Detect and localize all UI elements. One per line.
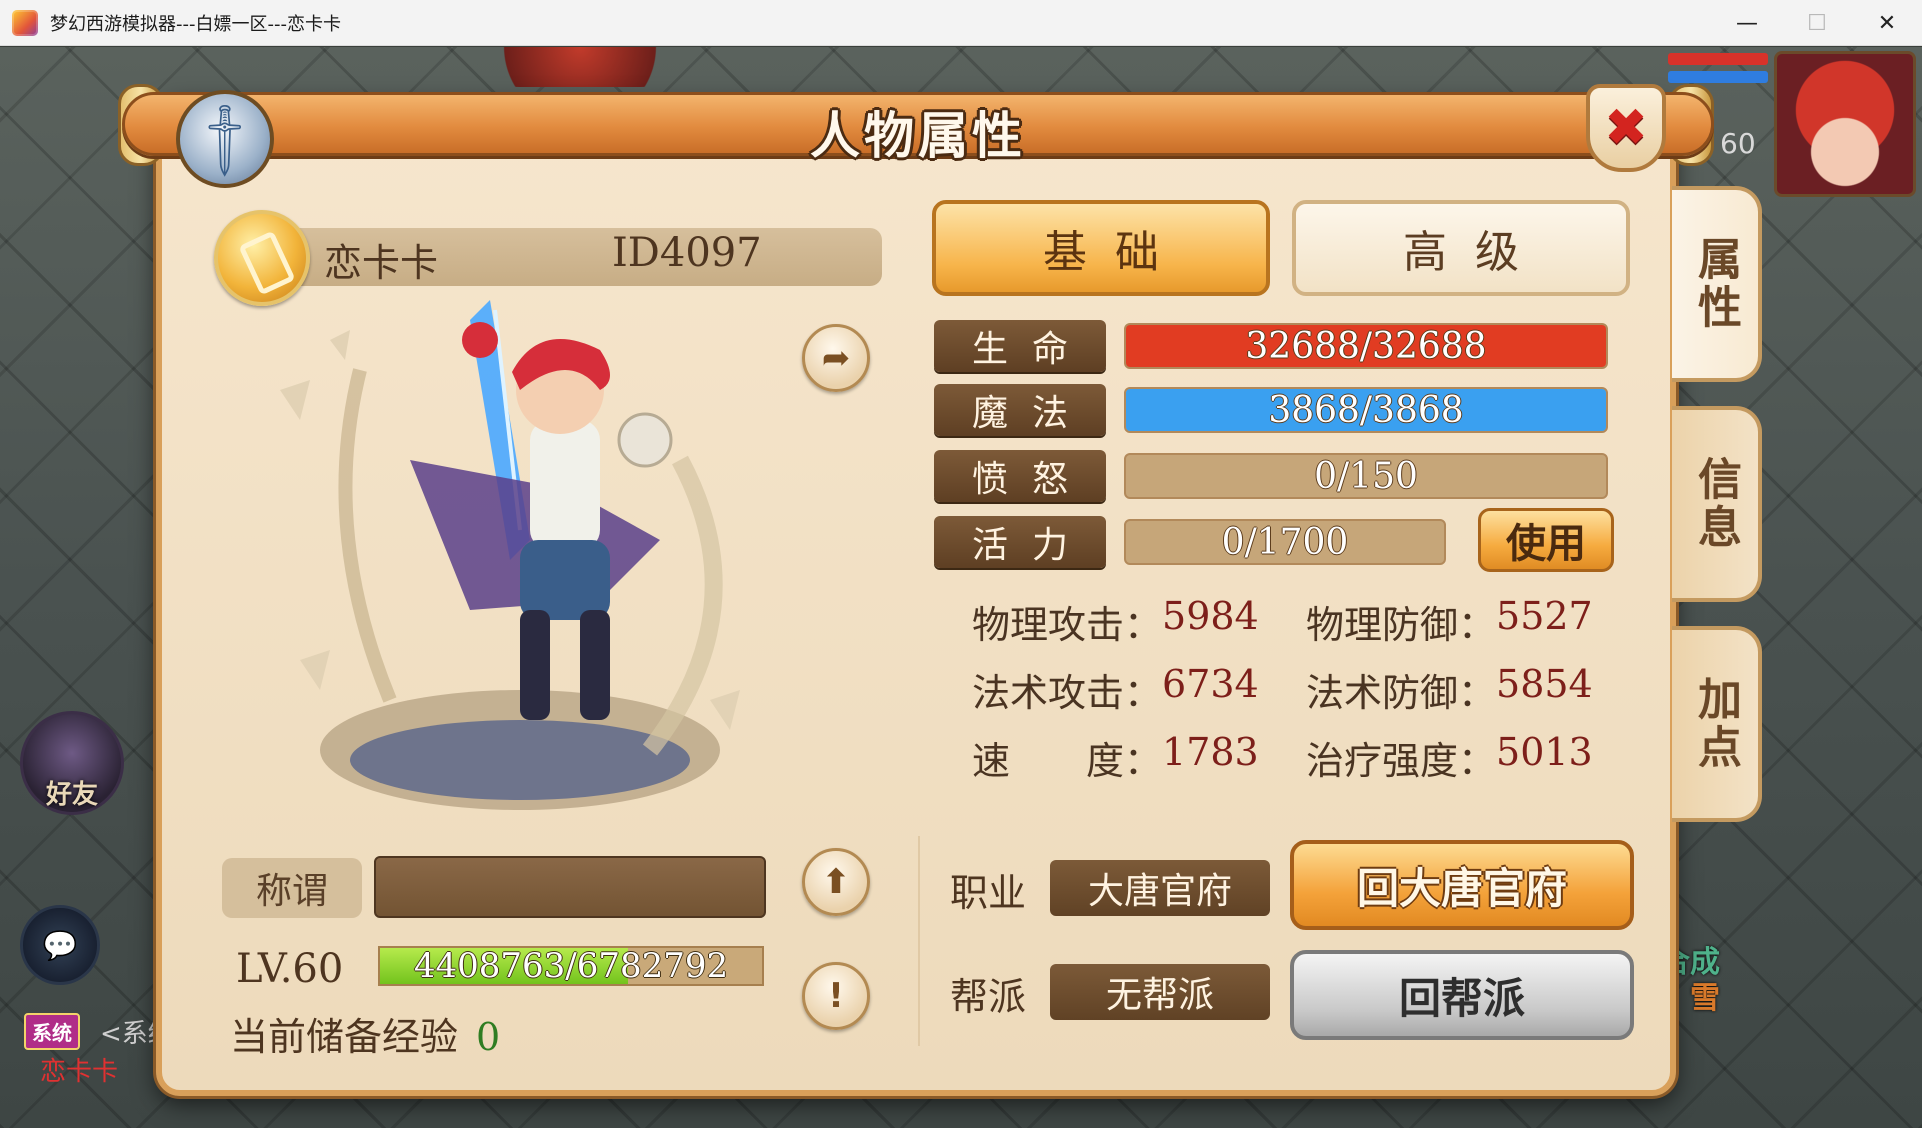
close-panel-button[interactable]: ✖ — [1586, 84, 1666, 172]
attribute-value: 5013 — [1496, 730, 1593, 774]
level-text: LV.60 — [236, 946, 344, 992]
attribute-item: 法术攻击： 6734 — [972, 662, 1259, 717]
panel-title: 人物属性 — [810, 107, 1026, 165]
character-id: ID4097 — [612, 230, 762, 276]
title-value — [374, 856, 766, 918]
job-value: 大唐官府 — [1050, 860, 1270, 916]
tab-advanced[interactable]: 高级 — [1292, 200, 1630, 296]
return-sect-button[interactable]: 回大唐官府 — [1290, 840, 1634, 930]
stat-bar-text: 3868/3868 — [1268, 389, 1464, 431]
attribute-value: 5854 — [1496, 662, 1593, 706]
stat-bar-text: 0/1700 — [1221, 521, 1349, 563]
attribute-item: 速 度： 1783 — [972, 730, 1259, 785]
stat-bar-text: 0/150 — [1314, 455, 1418, 497]
background-decoration — [480, 47, 680, 87]
stat-bar-text: 32688/32688 — [1245, 325, 1487, 367]
guild-label: 帮派 — [950, 975, 1027, 1019]
hud-mp-bar — [1668, 71, 1768, 83]
stat-bar: 3868/3868 — [1124, 387, 1608, 433]
player-avatar[interactable] — [1774, 51, 1916, 197]
exp-text: 4408763/6782792 — [413, 946, 729, 986]
app-icon — [12, 9, 38, 36]
system-channel-tag: 系统 — [24, 1013, 80, 1050]
tab-attributes-label: 属性 — [1690, 236, 1741, 332]
attribute-label: 物理防御： — [1306, 603, 1497, 647]
share-button[interactable]: ➦ — [802, 324, 870, 392]
attribute-label: 速 度： — [972, 739, 1163, 783]
side-text-orange: 雪 — [1690, 981, 1720, 1016]
stat-bar: 0/1700 — [1124, 519, 1446, 565]
attribute-label: 物理攻击： — [972, 603, 1163, 647]
stat-label: 生命 — [934, 320, 1106, 372]
close-icon: ✖ — [1604, 98, 1648, 158]
attribute-label: 法术防御： — [1306, 671, 1497, 715]
return-guild-button[interactable]: 回帮派 — [1290, 950, 1634, 1040]
attribute-value: 5984 — [1162, 594, 1259, 638]
attribute-item: 物理防御： 5527 — [1306, 594, 1593, 649]
chat-button[interactable]: 💬 — [20, 905, 100, 985]
hud-hp-bar — [1668, 53, 1768, 65]
guild-value: 无帮派 — [1050, 964, 1270, 1020]
attribute-label: 法术攻击： — [972, 671, 1163, 715]
attribute-item: 物理攻击： 5984 — [972, 594, 1259, 649]
tab-info-label: 信息 — [1690, 456, 1741, 552]
attribute-value: 5527 — [1496, 594, 1593, 638]
sword-icon: 🗡 — [176, 90, 274, 188]
title-label: 称谓 — [222, 858, 362, 918]
share-icon: ➦ — [821, 338, 851, 378]
window-titlebar: 梦幻西游模拟器---白嫖一区---恋卡卡 — ☐ ✕ — [0, 0, 1922, 46]
attribute-item: 法术防御： 5854 — [1306, 662, 1593, 717]
character-name: 恋卡卡 — [324, 241, 439, 285]
attribute-value: 6734 — [1162, 662, 1259, 706]
tab-info[interactable]: 信息 — [1672, 406, 1762, 602]
use-vitality-button[interactable]: 使用 — [1478, 508, 1614, 572]
minimize-button[interactable]: — — [1712, 0, 1782, 46]
stat-bar: 32688/32688 — [1124, 323, 1608, 369]
reserve-exp: 当前储备经验 0 — [230, 1006, 500, 1061]
maximize-button[interactable]: ☐ — [1782, 0, 1852, 46]
close-window-button[interactable]: ✕ — [1852, 0, 1922, 46]
window-title: 梦幻西游模拟器---白嫖一区---恋卡卡 — [50, 13, 341, 35]
stat-label: 魔法 — [934, 384, 1106, 436]
character-portrait — [280, 300, 740, 810]
upload-icon: ⬆ — [821, 862, 851, 902]
reserve-exp-value: 0 — [476, 1015, 501, 1059]
friends-button[interactable]: 好友 — [20, 711, 124, 815]
tab-add-points-label: 加点 — [1690, 676, 1741, 772]
job-label: 职业 — [950, 871, 1027, 915]
friends-label: 好友 — [45, 780, 98, 810]
tab-basic[interactable]: 基础 — [932, 200, 1270, 296]
attribute-item: 治疗强度： 5013 — [1306, 730, 1593, 785]
system-message-name: 恋卡卡 — [40, 1057, 119, 1087]
section-divider — [918, 836, 920, 1046]
stat-label: 愤怒 — [934, 450, 1106, 502]
upload-title-button[interactable]: ⬆ — [802, 848, 870, 916]
hud-level: 60 — [1720, 127, 1756, 160]
tab-attributes[interactable]: 属性 — [1672, 186, 1762, 382]
stat-bar: 0/150 — [1124, 453, 1608, 499]
info-button[interactable]: ! — [802, 962, 870, 1030]
tab-add-points[interactable]: 加点 — [1672, 626, 1762, 822]
attribute-value: 1783 — [1162, 730, 1259, 774]
exp-bar: 4408763/6782792 — [378, 946, 764, 986]
reserve-exp-label: 当前储备经验 — [230, 1015, 459, 1059]
speech-bubble-icon: 💬 — [42, 928, 78, 962]
exclamation-icon: ! — [828, 976, 844, 1016]
attribute-label: 治疗强度： — [1306, 739, 1497, 783]
stat-label: 活力 — [934, 516, 1106, 568]
window-controls: — ☐ ✕ — [1712, 0, 1922, 46]
